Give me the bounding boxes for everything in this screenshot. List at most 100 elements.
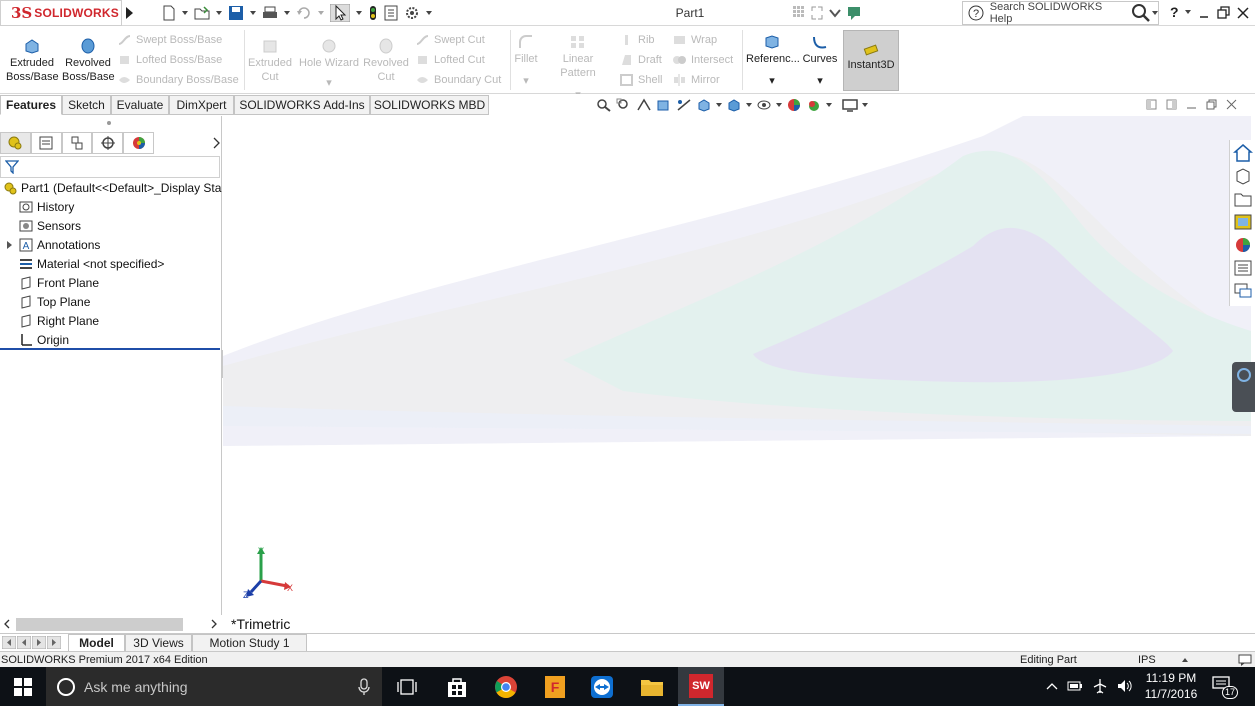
- tree-item-material[interactable]: Material <not specified>: [19, 255, 164, 273]
- unit-system[interactable]: IPS: [1138, 653, 1156, 668]
- scroll-left-icon[interactable]: [3, 619, 11, 629]
- revolved-cut-button[interactable]: Revolved Cut: [362, 38, 410, 84]
- linear-pattern-button[interactable]: Linear Pattern ▾: [544, 34, 612, 102]
- tab-sketch[interactable]: Sketch: [62, 95, 111, 115]
- chevron-down-icon[interactable]: [182, 8, 188, 18]
- cortana-search-box[interactable]: Ask me anything: [46, 667, 382, 706]
- tab-property-manager[interactable]: [30, 132, 62, 154]
- chevron-down-icon[interactable]: [1151, 8, 1158, 18]
- viewport-minimize-icon[interactable]: [1186, 99, 1197, 110]
- chevron-down-icon[interactable]: [1184, 8, 1192, 18]
- tab-display-manager[interactable]: [123, 132, 155, 154]
- chevron-down-icon[interactable]: [716, 101, 722, 109]
- tree-item-front-plane[interactable]: Front Plane: [19, 274, 99, 292]
- next-tab-icon[interactable]: [32, 636, 46, 649]
- tree-item-sensors[interactable]: Sensors: [19, 217, 81, 235]
- reference-triad[interactable]: Y X Z: [243, 546, 323, 606]
- tree-item-top-plane[interactable]: Top Plane: [19, 293, 90, 311]
- viewport-restore-icon[interactable]: [1206, 99, 1217, 110]
- chevron-up-icon[interactable]: [1046, 681, 1058, 691]
- previous-tab-icon[interactable]: [17, 636, 31, 649]
- tab-3d-views[interactable]: 3D Views: [125, 634, 192, 652]
- extruded-cut-button[interactable]: Extruded Cut: [248, 38, 292, 84]
- chevron-down-icon[interactable]: [826, 101, 832, 109]
- restore-icon[interactable]: [1216, 6, 1230, 20]
- chevron-down-icon[interactable]: [426, 8, 432, 18]
- gear-icon[interactable]: [404, 5, 420, 21]
- battery-icon[interactable]: [1067, 679, 1083, 693]
- chevron-down-icon[interactable]: [318, 8, 324, 18]
- solidworks-app[interactable]: SW: [678, 667, 724, 706]
- mirror-button[interactable]: Mirror: [673, 74, 720, 86]
- tab-evaluate[interactable]: Evaluate: [111, 95, 169, 115]
- tab-addins[interactable]: SOLIDWORKS Add-Ins: [234, 95, 370, 115]
- scroll-right-icon[interactable]: [210, 619, 218, 629]
- task-view-button[interactable]: [384, 667, 430, 706]
- print-icon[interactable]: [262, 5, 278, 21]
- chevron-down-icon[interactable]: [284, 8, 290, 18]
- home-icon[interactable]: [1233, 143, 1253, 163]
- intersect-button[interactable]: Intersect: [673, 54, 733, 66]
- tree-item-history[interactable]: History: [19, 198, 74, 216]
- chat-icon[interactable]: [1238, 653, 1252, 667]
- help-search-input[interactable]: ? Search SOLIDWORKS Help: [962, 1, 1159, 25]
- tree-item-right-plane[interactable]: Right Plane: [19, 312, 99, 330]
- display-style-icon[interactable]: [726, 98, 742, 112]
- zoom-to-fit-icon[interactable]: [596, 98, 612, 112]
- menu-expand-arrow[interactable]: [124, 4, 134, 22]
- help-menu-button[interactable]: ?: [1170, 4, 1179, 20]
- tab-mbd[interactable]: SOLIDWORKS MBD: [370, 95, 489, 115]
- fillet-button[interactable]: Fillet ▾: [512, 34, 540, 88]
- rebuild-icon[interactable]: [368, 5, 378, 21]
- fillet-dropdown[interactable]: ▾: [512, 74, 540, 88]
- tree-root-part[interactable]: Part1 (Default<<Default>_Display Sta: [3, 179, 221, 197]
- curves-button[interactable]: Curves ▾: [802, 34, 838, 88]
- close-icon[interactable]: [1236, 6, 1250, 20]
- save-icon[interactable]: [228, 5, 244, 21]
- chevron-up-icon[interactable]: [1181, 657, 1189, 663]
- draft-button[interactable]: Draft: [620, 54, 662, 66]
- file-properties-icon[interactable]: [384, 5, 398, 21]
- appearances-icon[interactable]: [1233, 235, 1253, 255]
- swept-boss-button[interactable]: Swept Boss/Base: [118, 34, 222, 46]
- tab-dimxpert-manager[interactable]: [92, 132, 124, 154]
- scrollbar-thumb[interactable]: [16, 618, 183, 631]
- tree-horizontal-scrollbar[interactable]: [0, 615, 222, 633]
- new-document-icon[interactable]: [162, 5, 176, 21]
- apply-scene-icon[interactable]: [806, 98, 822, 112]
- design-library-icon[interactable]: [1233, 166, 1253, 186]
- instant3d-button[interactable]: Instant3D: [843, 30, 899, 91]
- revolved-boss-button[interactable]: Revolved Boss/Base: [62, 38, 115, 84]
- zoom-to-area-icon[interactable]: [616, 98, 632, 112]
- last-tab-icon[interactable]: [47, 636, 61, 649]
- section-view-icon[interactable]: [656, 98, 672, 112]
- open-folder-icon[interactable]: [194, 5, 210, 21]
- solidworks-logo[interactable]: 3S SOLIDWORKS: [0, 0, 122, 26]
- expand-arrow-icon[interactable]: [6, 240, 14, 250]
- tree-filter-input[interactable]: [0, 156, 220, 178]
- first-tab-icon[interactable]: [2, 636, 16, 649]
- rib-button[interactable]: Rib: [620, 34, 655, 46]
- fullscreen-icon[interactable]: [810, 5, 824, 21]
- chevron-down-icon[interactable]: [746, 101, 752, 109]
- boundary-boss-button[interactable]: Boundary Boss/Base: [118, 74, 239, 86]
- tab-dimxpert[interactable]: DimXpert: [169, 95, 234, 115]
- tree-item-annotations[interactable]: A Annotations: [6, 236, 100, 254]
- chevron-down-icon[interactable]: [828, 5, 842, 21]
- splitter-handle-icon[interactable]: [106, 120, 112, 126]
- task-pane-flyout-tab[interactable]: [1232, 362, 1255, 412]
- swept-cut-button[interactable]: Swept Cut: [416, 34, 485, 46]
- chevron-down-icon[interactable]: [862, 101, 868, 109]
- microphone-icon[interactable]: [358, 677, 370, 696]
- airplane-mode-icon[interactable]: [1092, 678, 1108, 694]
- chevron-down-icon[interactable]: [216, 8, 222, 18]
- hole-wizard-button[interactable]: Hole Wizard ▾: [298, 38, 360, 90]
- teamviewer-app[interactable]: [579, 667, 625, 706]
- hide-show-icon[interactable]: [756, 98, 772, 112]
- start-button[interactable]: [0, 667, 46, 706]
- custom-properties-icon[interactable]: [1233, 258, 1253, 278]
- forum-icon[interactable]: [1233, 281, 1253, 301]
- chevron-down-icon[interactable]: [356, 8, 362, 18]
- action-center-button[interactable]: 17: [1212, 676, 1239, 699]
- chevron-down-icon[interactable]: [250, 8, 256, 18]
